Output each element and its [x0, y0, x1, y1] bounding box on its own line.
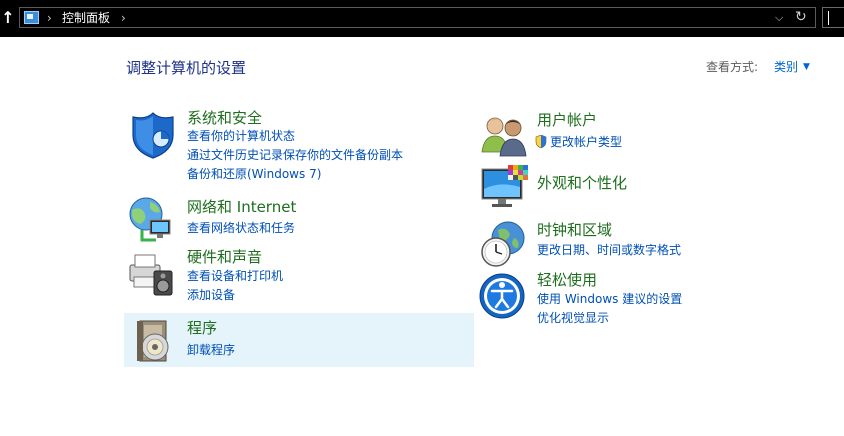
link-change-date-time-format[interactable]: 更改日期、时间或数字格式 — [537, 242, 681, 259]
category-user-accounts: 用户帐户 更改帐户类型 — [478, 110, 818, 157]
control-panel-icon — [24, 11, 39, 24]
view-by-label: 查看方式: — [706, 60, 759, 74]
link-file-history-backup[interactable]: 通过文件历史记录保存你的文件备份副本 — [187, 147, 403, 164]
category-title[interactable]: 硬件和声音 — [187, 247, 262, 267]
category-title[interactable]: 系统和安全 — [187, 108, 262, 128]
link-uninstall-program[interactable]: 卸载程序 — [187, 342, 235, 359]
link-add-device[interactable]: 添加设备 — [187, 287, 235, 304]
category-network-internet: 网络和 Internet 查看网络状态和任务 — [124, 196, 474, 242]
dropdown-arrow-icon[interactable]: ▼ — [803, 59, 810, 75]
view-by-dropdown[interactable]: 类别 — [774, 58, 798, 76]
category-ease-of-access: 轻松使用 使用 Windows 建议的设置 优化视觉显示 — [478, 270, 818, 330]
ease-of-access-icon[interactable] — [478, 272, 528, 320]
breadcrumb-separator-icon[interactable]: › — [47, 9, 52, 27]
category-clock-region: 时钟和区域 更改日期、时间或数字格式 — [478, 218, 818, 268]
breadcrumb-control-panel[interactable]: 控制面板 — [62, 9, 110, 27]
link-view-computer-status[interactable]: 查看你的计算机状态 — [187, 128, 295, 145]
printer-speaker-icon[interactable] — [126, 249, 176, 297]
search-input[interactable] — [822, 7, 844, 28]
link-label[interactable]: 更改帐户类型 — [550, 135, 622, 149]
category-title[interactable]: 用户帐户 — [537, 110, 597, 130]
link-devices-printers[interactable]: 查看设备和打印机 — [187, 268, 283, 285]
address-box[interactable]: › 控制面板 › ⌵ ↻ — [19, 7, 816, 28]
breadcrumb-separator-icon[interactable]: › — [121, 9, 126, 27]
shield-icon[interactable] — [128, 111, 178, 159]
link-windows-suggested-settings[interactable]: 使用 Windows 建议的设置 — [537, 291, 682, 308]
address-bar: ↑ › 控制面板 › ⌵ ↻ — [0, 0, 844, 37]
category-title[interactable]: 网络和 Internet — [187, 197, 296, 217]
link-network-status[interactable]: 查看网络状态和任务 — [187, 220, 295, 237]
page-title: 调整计算机的设置 — [126, 59, 247, 77]
category-programs[interactable]: 程序 卸载程序 — [124, 313, 474, 367]
category-title[interactable]: 外观和个性化 — [537, 173, 627, 193]
link-backup-restore[interactable]: 备份和还原(Windows 7) — [187, 166, 321, 183]
up-arrow-icon[interactable]: ↑ — [1, 9, 15, 27]
chevron-down-icon[interactable]: ⌵ — [775, 9, 783, 27]
category-title[interactable]: 时钟和区域 — [537, 220, 612, 240]
link-change-account-type[interactable]: 更改帐户类型 — [535, 134, 622, 151]
users-icon[interactable] — [480, 112, 530, 160]
category-appearance: 外观和个性化 — [478, 163, 818, 211]
text-caret — [828, 11, 829, 25]
link-optimize-visual-display[interactable]: 优化视觉显示 — [537, 310, 609, 327]
programs-disc-icon[interactable] — [130, 317, 180, 365]
category-title[interactable]: 轻松使用 — [537, 270, 597, 290]
appearance-monitor-icon[interactable] — [480, 163, 530, 211]
category-hardware-sound: 硬件和声音 查看设备和打印机 添加设备 — [124, 247, 474, 307]
refresh-icon[interactable]: ↻ — [795, 8, 807, 27]
network-globe-icon[interactable] — [126, 196, 176, 244]
category-title[interactable]: 程序 — [187, 318, 217, 338]
clock-globe-icon[interactable] — [478, 220, 528, 268]
category-system-security: 系统和安全 查看你的计算机状态 通过文件历史记录保存你的文件备份副本 备份和还原… — [124, 108, 474, 188]
uac-shield-icon — [535, 135, 547, 148]
